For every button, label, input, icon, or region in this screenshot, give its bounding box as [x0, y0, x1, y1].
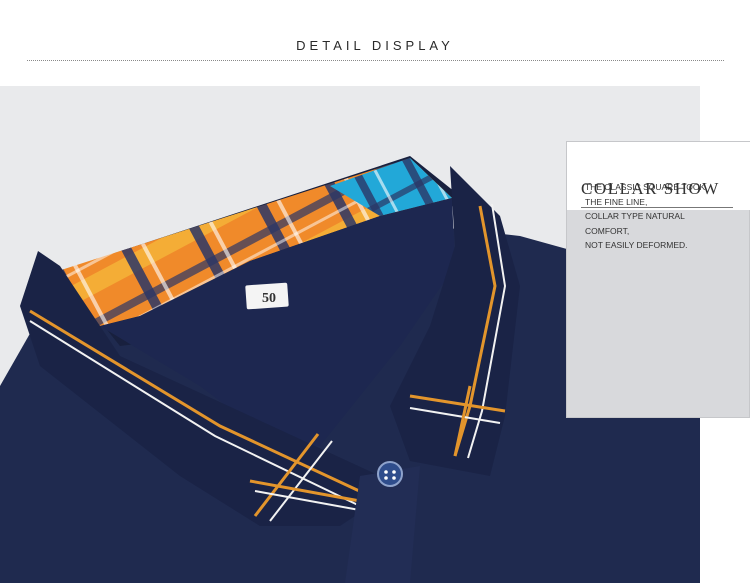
header-divider: [27, 60, 724, 61]
size-tag-label: 50: [262, 291, 276, 306]
collar-info-line: THE FINE LINE,: [585, 196, 648, 207]
collar-info-line: COMFORT,: [585, 225, 630, 236]
header-title: DETAIL DISPLAY: [296, 38, 454, 53]
button-icon: [377, 461, 403, 487]
collar-info-text: THE CLASSIC SQUARE TOOK THE FINE LINE, C…: [585, 180, 735, 253]
collar-info-line: NOT EASILY DEFORMED.: [585, 240, 688, 250]
size-tag: 50: [245, 282, 289, 310]
collar-info-line: COLLAR TYPE NATURAL: [585, 211, 685, 221]
collar-info-line: THE CLASSIC SQUARE TOOK: [585, 182, 706, 192]
